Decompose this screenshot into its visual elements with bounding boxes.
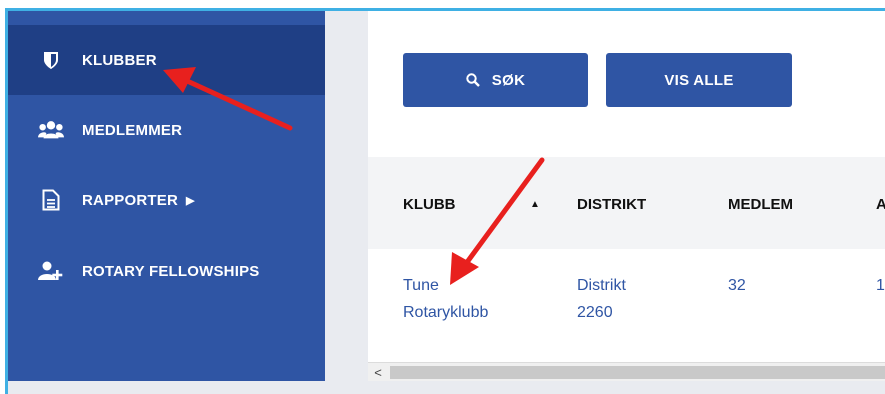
scrollbar-thumb[interactable] — [390, 366, 885, 379]
sidebar: KLUBBER MEDLEMMER RAPPORTER ▶ ROTARY FEL… — [8, 11, 325, 394]
chevron-right-icon: ▶ — [185, 194, 195, 207]
bottom-strip — [8, 381, 885, 394]
sidebar-item-rapporter[interactable]: RAPPORTER ▶ — [8, 165, 325, 235]
shield-icon — [38, 47, 64, 73]
sort-ascending-icon[interactable]: ▲ — [530, 199, 540, 210]
table-cell-klubb[interactable]: Tune Rotaryklubb — [403, 272, 488, 326]
sidebar-item-label: RAPPORTER — [82, 191, 178, 209]
sidebar-item-label: MEDLEMMER — [82, 121, 183, 139]
table-cell-a[interactable]: 1 — [876, 272, 885, 299]
sidebar-item-rotary-fellowships[interactable]: ROTARY FELLOWSHIPS — [8, 236, 325, 306]
add-user-icon — [38, 258, 64, 284]
column-header-medlem[interactable]: MEDLEM — [728, 196, 793, 213]
search-button[interactable]: SØK — [403, 53, 588, 107]
search-icon — [466, 73, 480, 87]
column-header-a[interactable]: A — [876, 196, 885, 213]
sidebar-item-label: KLUBBER — [82, 51, 157, 69]
column-header-klubb[interactable]: KLUBB — [403, 196, 456, 213]
horizontal-scrollbar[interactable]: < — [368, 362, 885, 382]
scroll-left-icon[interactable]: < — [368, 363, 388, 382]
sidebar-item-medlemmer[interactable]: MEDLEMMER — [8, 95, 325, 165]
show-all-button-label: VIS ALLE — [664, 71, 734, 89]
club-link-line2[interactable]: Rotaryklubb — [403, 299, 488, 326]
table-cell-distrikt[interactable]: Distrikt 2260 — [577, 272, 626, 326]
sidebar-item-klubber[interactable]: KLUBBER — [8, 25, 325, 95]
district-link-line1[interactable]: Distrikt — [577, 272, 626, 299]
show-all-button[interactable]: VIS ALLE — [606, 53, 792, 107]
search-button-label: SØK — [491, 71, 526, 89]
column-header-distrikt[interactable]: DISTRIKT — [577, 196, 646, 213]
document-icon — [38, 187, 64, 213]
sidebar-item-label: ROTARY FELLOWSHIPS — [82, 262, 260, 280]
users-icon — [38, 117, 64, 143]
table-cell-medlem[interactable]: 32 — [728, 272, 746, 299]
district-link-line2[interactable]: 2260 — [577, 299, 626, 326]
club-link-line1[interactable]: Tune — [403, 272, 488, 299]
